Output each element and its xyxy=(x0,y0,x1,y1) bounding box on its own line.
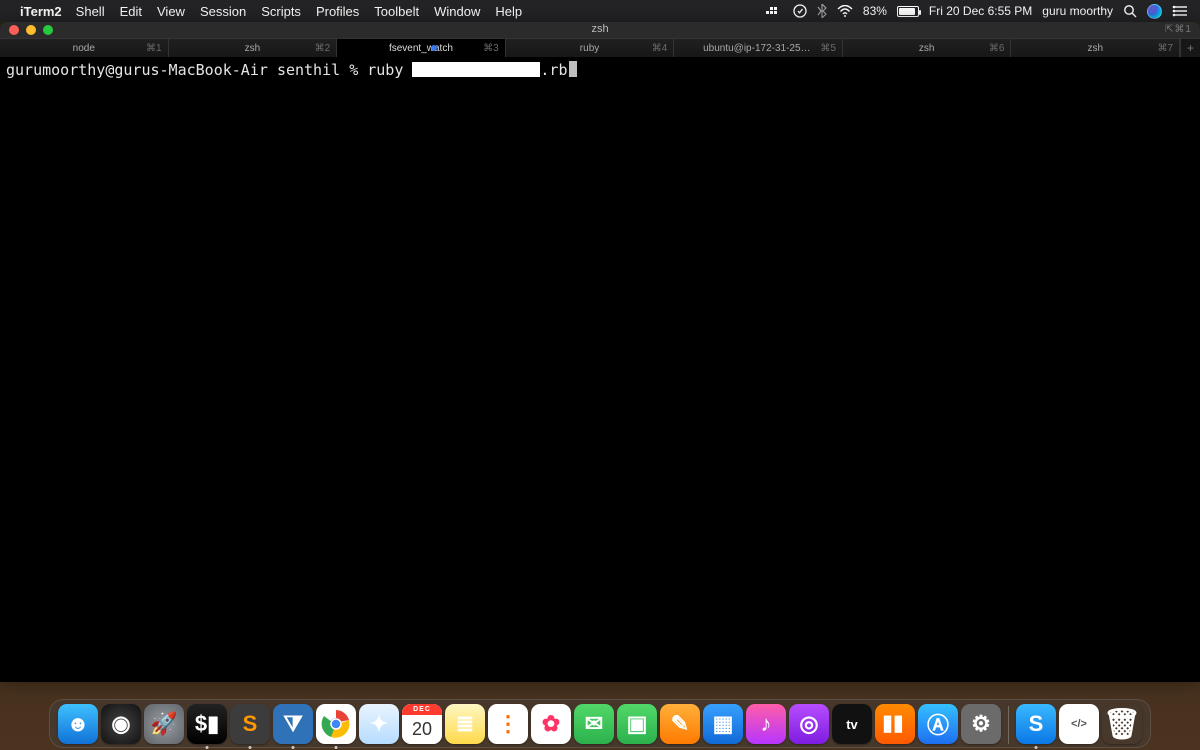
tab-3[interactable]: fsevent_watch ⌘3 xyxy=(337,39,506,57)
menu-help[interactable]: Help xyxy=(495,4,522,19)
command-redacted-filename xyxy=(412,62,540,77)
sync-status-icon[interactable] xyxy=(793,4,807,18)
tab-label: fsevent_watch xyxy=(389,43,453,54)
dock-app-reminders[interactable]: ⋮ xyxy=(488,704,528,744)
spotlight-icon[interactable] xyxy=(1123,4,1137,18)
bluetooth-icon[interactable] xyxy=(817,4,827,18)
menu-edit[interactable]: Edit xyxy=(120,4,142,19)
battery-icon[interactable] xyxy=(897,6,919,17)
command-suffix: .rb xyxy=(540,61,567,79)
dock-app-skype[interactable]: S xyxy=(1016,704,1056,744)
tab-shortcut: ⌘4 xyxy=(652,43,668,54)
tab-shortcut: ⌘5 xyxy=(820,43,836,54)
running-indicator-icon xyxy=(1035,746,1038,749)
running-indicator-icon xyxy=(335,746,338,749)
iterm2-window: zsh ⇱⌘1 node ⌘1 zsh ⌘2 fsevent_watch ⌘3 ruby ⌘4… xyxy=(0,22,1200,682)
prompt-path: senthil xyxy=(277,61,340,79)
window-title: zsh xyxy=(591,23,608,35)
menu-session[interactable]: Session xyxy=(200,4,246,19)
window-shortcut-hint: ⇱⌘1 xyxy=(1165,24,1192,35)
tab-label: zsh xyxy=(1087,43,1103,54)
tab-4[interactable]: ruby ⌘4 xyxy=(506,39,675,57)
tab-2[interactable]: zsh ⌘2 xyxy=(169,39,338,57)
battery-percent: 83% xyxy=(863,4,887,18)
dock-app-vs-code[interactable]: ⧩ xyxy=(273,704,313,744)
dock-app-app-store[interactable]: Ⓐ xyxy=(918,704,958,744)
dock-app-calendar[interactable]: DEC20 xyxy=(402,704,442,744)
wifi-icon[interactable] xyxy=(837,5,853,17)
prompt-symbol: % xyxy=(349,61,358,79)
dock-app-messages[interactable]: ✉ xyxy=(574,704,614,744)
menu-toolbelt[interactable]: Toolbelt xyxy=(374,4,419,19)
menu-view[interactable]: View xyxy=(157,4,185,19)
dock-app-siri[interactable]: ◉ xyxy=(101,704,141,744)
dock-app-facetime[interactable]: ▣ xyxy=(617,704,657,744)
close-button[interactable] xyxy=(9,25,19,35)
macos-menubar: iTerm2 Shell Edit View Session Scripts P… xyxy=(0,0,1200,22)
docker-status-icon[interactable] xyxy=(765,5,783,17)
running-indicator-icon xyxy=(249,746,252,749)
tab-1[interactable]: node ⌘1 xyxy=(0,39,169,57)
dock-app-sublime-text[interactable]: S xyxy=(230,704,270,744)
menu-window[interactable]: Window xyxy=(434,4,480,19)
tab-shortcut: ⌘1 xyxy=(146,43,162,54)
window-titlebar[interactable]: zsh ⇱⌘1 xyxy=(0,22,1200,38)
dock-separator xyxy=(1008,706,1009,744)
dock-app-chrome[interactable] xyxy=(316,704,356,744)
dock-app-system-preferences[interactable]: ⚙ xyxy=(961,704,1001,744)
dock-app-pages[interactable]: ✎ xyxy=(660,704,700,744)
tab-shortcut: ⌘7 xyxy=(1157,43,1173,54)
dock-app-finder[interactable]: ☻ xyxy=(58,704,98,744)
dock-app-notes[interactable]: ≣ xyxy=(445,704,485,744)
tab-shortcut: ⌘6 xyxy=(989,43,1005,54)
date-time[interactable]: Fri 20 Dec 6:55 PM xyxy=(929,4,1032,18)
tab-7[interactable]: zsh ⌘7 xyxy=(1011,39,1180,57)
tab-label: ubuntu@ip-172-31-25-14… xyxy=(703,43,813,54)
siri-icon[interactable] xyxy=(1147,4,1162,19)
notification-center-icon[interactable] xyxy=(1172,5,1188,17)
dock: ☻◉🚀$▮S⧩✦DEC20≣⋮✿✉▣✎▦♪◎tv▋▋Ⓐ⚙S</>🗑 xyxy=(49,699,1151,748)
tab-label: ruby xyxy=(580,43,599,54)
dock-app-html-file[interactable]: </> xyxy=(1059,704,1099,744)
tab-5[interactable]: ubuntu@ip-172-31-25-14… ⌘5 xyxy=(674,39,843,57)
menu-scripts[interactable]: Scripts xyxy=(261,4,301,19)
dock-inner: ☻◉🚀$▮S⧩✦DEC20≣⋮✿✉▣✎▦♪◎tv▋▋Ⓐ⚙S</>🗑 xyxy=(49,699,1151,748)
dock-app-iterm[interactable]: $▮ xyxy=(187,704,227,744)
dock-app-trash[interactable]: 🗑 xyxy=(1102,704,1142,744)
tab-label: zsh xyxy=(919,43,935,54)
menu-profiles[interactable]: Profiles xyxy=(316,4,359,19)
dock-app-books[interactable]: ▋▋ xyxy=(875,704,915,744)
running-indicator-icon xyxy=(292,746,295,749)
desktop: iTerm2 Shell Edit View Session Scripts P… xyxy=(0,0,1200,750)
traffic-lights xyxy=(0,25,53,35)
dock-app-apple-tv[interactable]: tv xyxy=(832,704,872,744)
user-name[interactable]: guru moorthy xyxy=(1042,4,1113,18)
zoom-button[interactable] xyxy=(43,25,53,35)
terminal-viewport[interactable]: gurumoorthy@gurus-MacBook-Air senthil % … xyxy=(0,58,1200,682)
tab-6[interactable]: zsh ⌘6 xyxy=(843,39,1012,57)
dock-app-itunes[interactable]: ♪ xyxy=(746,704,786,744)
tab-bar: node ⌘1 zsh ⌘2 fsevent_watch ⌘3 ruby ⌘4 ubuntu@i… xyxy=(0,38,1200,58)
minimize-button[interactable] xyxy=(26,25,36,35)
new-tab-button[interactable]: + xyxy=(1180,39,1200,57)
dock-app-photos[interactable]: ✿ xyxy=(531,704,571,744)
command-prefix: ruby xyxy=(367,61,412,79)
dock-app-launchpad[interactable]: 🚀 xyxy=(144,704,184,744)
prompt-user-host: gurumoorthy@gurus-MacBook-Air xyxy=(6,61,268,79)
tab-shortcut: ⌘2 xyxy=(315,43,331,54)
running-indicator-icon xyxy=(206,746,209,749)
dock-app-safari[interactable]: ✦ xyxy=(359,704,399,744)
terminal-cursor xyxy=(569,61,577,77)
tab-shortcut: ⌘3 xyxy=(483,43,499,54)
menu-shell[interactable]: Shell xyxy=(76,4,105,19)
menubar-status-area: 83% Fri 20 Dec 6:55 PM guru moorthy xyxy=(765,4,1188,19)
tab-label: zsh xyxy=(245,43,261,54)
dock-app-keynote[interactable]: ▦ xyxy=(703,704,743,744)
dock-app-podcasts[interactable]: ◎ xyxy=(789,704,829,744)
tab-label: node xyxy=(73,43,95,54)
active-app-name[interactable]: iTerm2 xyxy=(20,4,62,19)
